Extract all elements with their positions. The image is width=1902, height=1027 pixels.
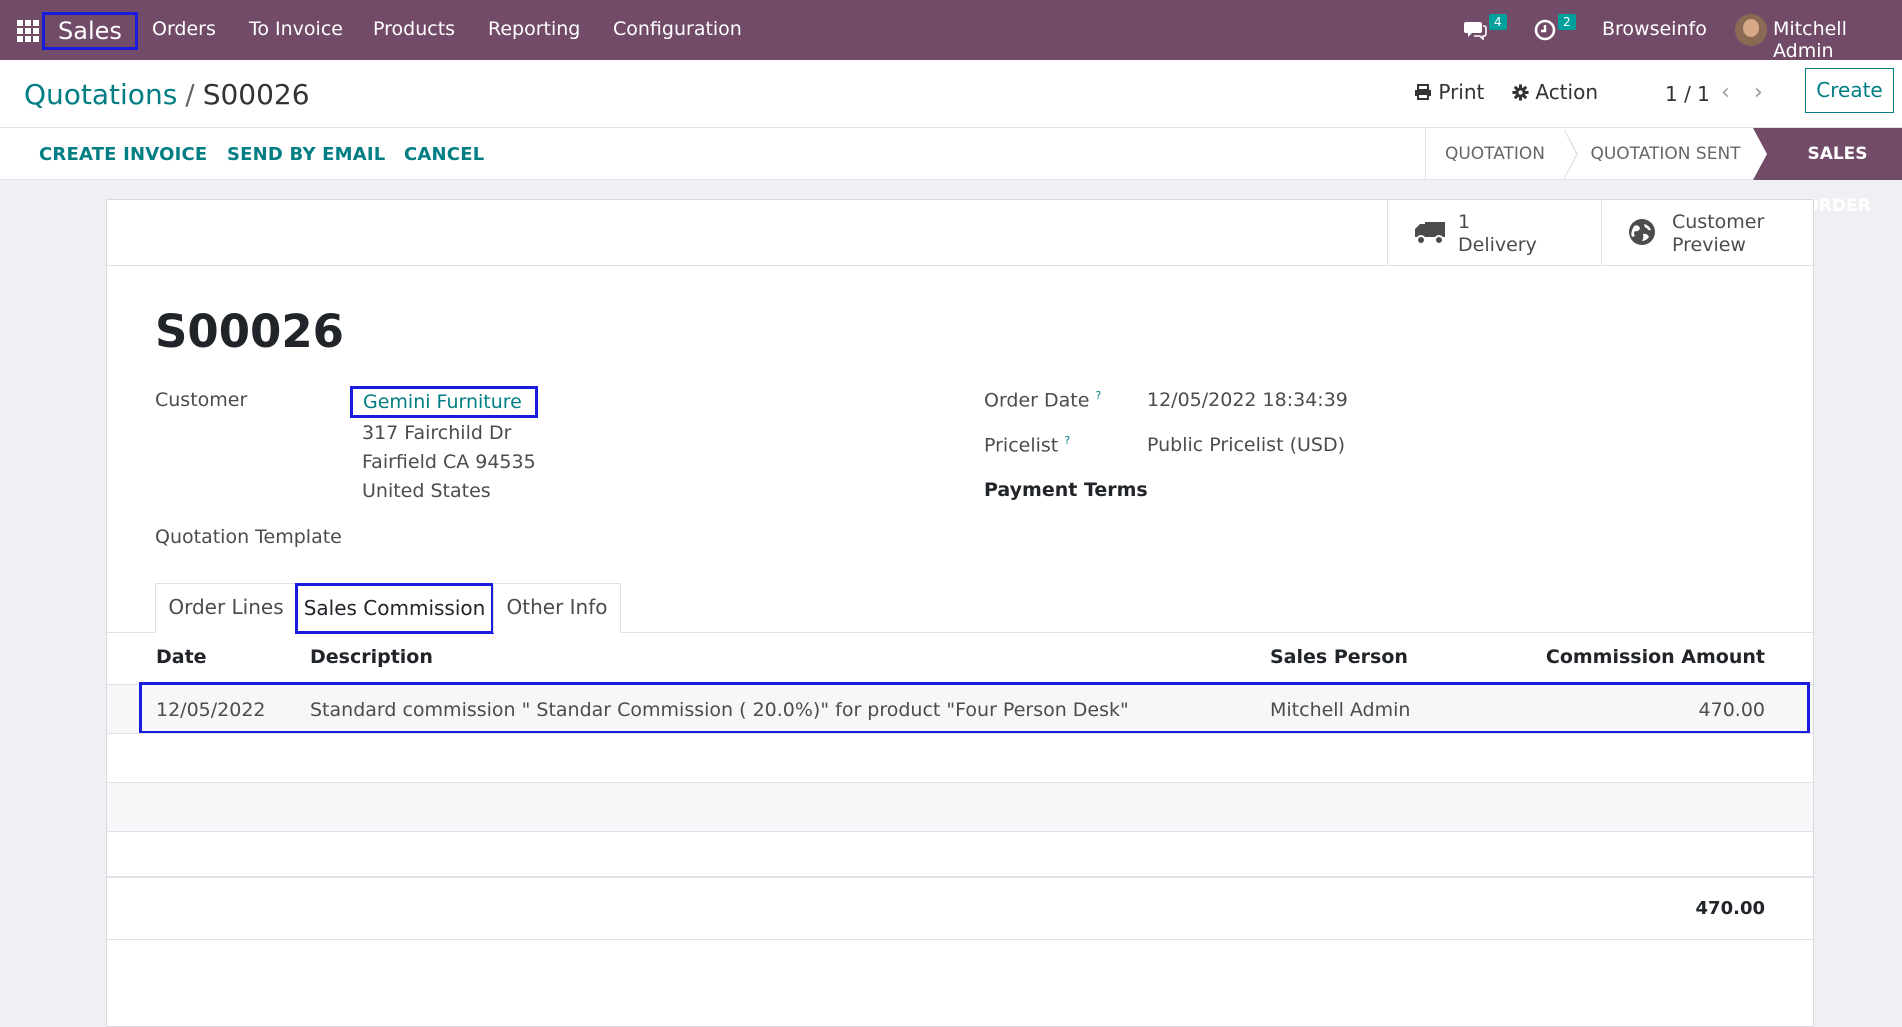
delivery-smart-button[interactable]: 1 Delivery [1387, 200, 1601, 265]
menu-orders[interactable]: Orders [152, 18, 216, 40]
commission-table-header: Date Description Sales Person Commission… [107, 634, 1813, 684]
empty-row [107, 733, 1813, 782]
breadcrumb: Quotations / S00026 [24, 78, 310, 111]
apps-menu-icon[interactable] [17, 20, 39, 42]
empty-row [107, 831, 1813, 880]
cancel-button[interactable]: CANCEL [404, 144, 484, 165]
activity-clock-icon[interactable] [1533, 18, 1557, 42]
page-title: S00026 [155, 305, 344, 358]
empty-row [107, 782, 1813, 831]
create-button[interactable]: Create [1805, 68, 1894, 113]
preview-label-line2: Preview [1672, 234, 1746, 256]
row-highlight-box [139, 682, 1810, 734]
column-description[interactable]: Description [310, 646, 433, 668]
gear-icon [1512, 84, 1529, 101]
control-panel: Quotations / S00026 Print Action 1 / 1 ‹ ›… [0, 60, 1902, 128]
customer-label: Customer [155, 389, 248, 411]
order-date-help-icon[interactable]: ? [1096, 389, 1102, 402]
stage-sales-order[interactable]: SALES ORDER [1753, 128, 1902, 216]
menu-to-invoice[interactable]: To Invoice [249, 18, 343, 40]
column-commission-amount[interactable]: Commission Amount [1546, 646, 1765, 668]
commission-total: 470.00 [1695, 898, 1765, 919]
address-line-2: Fairfield CA 94535 [362, 451, 536, 473]
print-button[interactable]: Print [1414, 80, 1484, 104]
print-icon [1415, 84, 1431, 100]
pager-previous-icon[interactable]: ‹ [1721, 80, 1730, 105]
smart-buttons-row: 1 Delivery Customer Preview [107, 200, 1813, 266]
delivery-count: 1 [1458, 211, 1471, 233]
quotation-template-label: Quotation Template [155, 526, 342, 548]
customer-link[interactable]: Gemini Furniture [350, 386, 538, 418]
column-date[interactable]: Date [156, 646, 207, 668]
notebook-tabs: Order Lines Sales Commission Other Info [107, 583, 1813, 634]
form-sheet: 1 Delivery Customer Preview S00026 Custo… [106, 199, 1814, 1027]
address-line-1: 317 Fairchild Dr [362, 422, 512, 444]
truck-icon [1415, 222, 1445, 245]
top-navbar: Sales Orders To Invoice Products Reporti… [0, 0, 1902, 62]
delivery-label: Delivery [1458, 234, 1537, 256]
breadcrumb-quotations-link[interactable]: Quotations [24, 78, 177, 111]
tab-order-lines[interactable]: Order Lines [155, 583, 297, 633]
action-label: Action [1535, 80, 1598, 104]
stage-quotation-sent[interactable]: QUOTATION SENT [1578, 128, 1753, 180]
globe-icon [1629, 219, 1655, 245]
address-line-3: United States [362, 480, 491, 502]
action-button[interactable]: Action [1512, 80, 1598, 104]
pricelist-help-icon[interactable]: ? [1064, 434, 1070, 447]
pager-next-icon[interactable]: › [1754, 80, 1763, 105]
preview-label-line1: Customer [1672, 211, 1765, 233]
menu-reporting[interactable]: Reporting [488, 18, 580, 40]
order-date-label-text: Order Date [984, 389, 1090, 412]
pager-value[interactable]: 1 / 1 [1665, 82, 1710, 106]
breadcrumb-separator: / [185, 78, 195, 111]
payment-terms-label: Payment Terms [984, 479, 1148, 501]
app-name-sales[interactable]: Sales [42, 12, 138, 50]
tab-other-info[interactable]: Other Info [493, 583, 621, 633]
customer-preview-button[interactable]: Customer Preview [1601, 200, 1813, 265]
order-date-label: Order Date ? [984, 389, 1101, 411]
user-avatar[interactable] [1735, 14, 1767, 46]
pricelist-label-text: Pricelist [984, 434, 1059, 457]
order-date-value[interactable]: 12/05/2022 18:34:39 [1147, 389, 1348, 411]
pricelist-value[interactable]: Public Pricelist (USD) [1147, 434, 1345, 456]
column-sales-person[interactable]: Sales Person [1270, 646, 1408, 668]
stage-active-notch [1753, 128, 1767, 180]
table-footer: 470.00 [107, 876, 1813, 940]
status-bar: CREATE INVOICE SEND BY EMAIL CANCEL QUOT… [0, 128, 1902, 216]
stage-quotation[interactable]: QUOTATION [1426, 128, 1564, 180]
user-menu[interactable]: Mitchell Admin [1773, 18, 1902, 62]
menu-configuration[interactable]: Configuration [613, 18, 742, 40]
create-invoice-button[interactable]: CREATE INVOICE [39, 144, 207, 165]
print-label: Print [1438, 80, 1485, 104]
breadcrumb-current: S00026 [202, 78, 310, 111]
pricelist-label: Pricelist ? [984, 434, 1070, 456]
stage-arrow-fill [1563, 128, 1576, 180]
company-switcher[interactable]: Browseinfo [1602, 18, 1707, 40]
chat-icon[interactable] [1463, 20, 1487, 40]
menu-products[interactable]: Products [373, 18, 455, 40]
send-by-email-button[interactable]: SEND BY EMAIL [227, 144, 385, 165]
activities-badge: 2 [1558, 14, 1576, 30]
tab-sales-commission[interactable]: Sales Commission [295, 583, 494, 634]
messages-badge: 4 [1489, 14, 1507, 30]
